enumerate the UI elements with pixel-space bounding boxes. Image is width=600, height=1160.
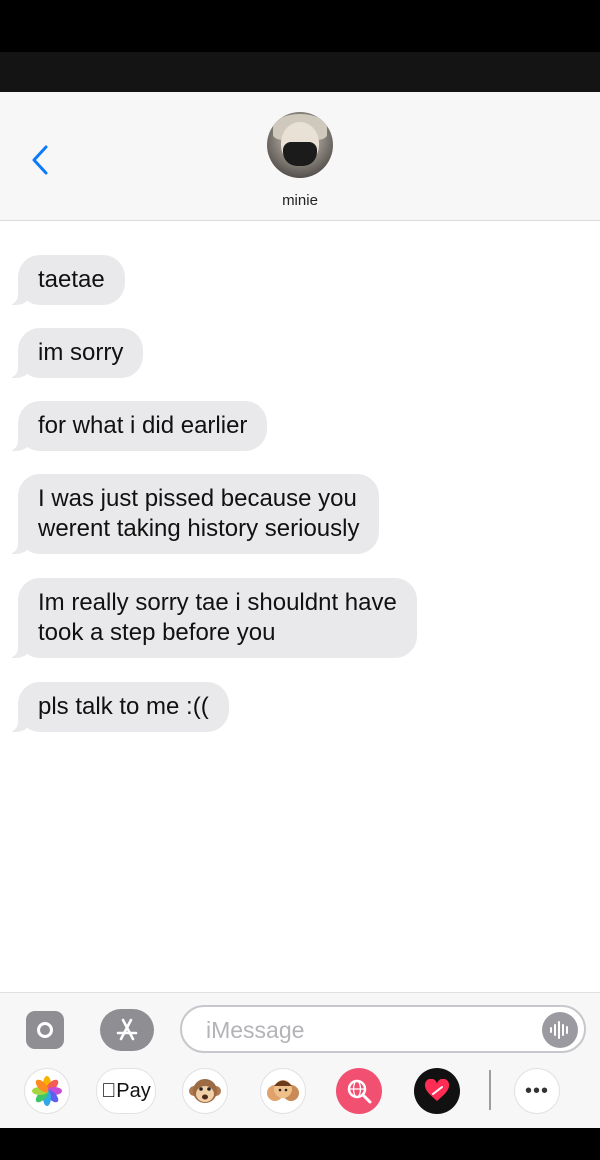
photos-flower-icon xyxy=(32,1076,62,1106)
contact-avatar[interactable] xyxy=(267,112,333,178)
app-store-button[interactable] xyxy=(100,1009,154,1051)
composer-bar xyxy=(0,992,600,1057)
camera-icon xyxy=(37,1022,53,1038)
message-bubble[interactable]: Im really sorry tae i shouldnt have took… xyxy=(8,578,417,658)
audio-record-button[interactable] xyxy=(542,1012,578,1048)
message-bubble[interactable]: for what i did earlier xyxy=(7,401,268,451)
audio-waveform-icon xyxy=(550,1021,568,1039)
bottom-black-bar xyxy=(0,1128,600,1160)
status-bar xyxy=(0,52,600,92)
monkey-animoji-icon xyxy=(189,1079,221,1103)
animoji-button[interactable] xyxy=(182,1068,228,1114)
message-input-field[interactable] xyxy=(180,1005,586,1053)
back-button[interactable] xyxy=(20,140,60,180)
message-bubble[interactable]: im sorry xyxy=(7,328,144,378)
conversation-header: minie xyxy=(0,92,600,221)
message-input[interactable] xyxy=(204,1015,528,1045)
camera-button[interactable] xyxy=(26,1011,64,1049)
apple-pay-label: Pay xyxy=(108,1079,150,1102)
memoji-button[interactable] xyxy=(260,1068,306,1114)
more-dots-icon: ••• xyxy=(524,1079,549,1102)
more-apps-button[interactable]: ••• xyxy=(514,1068,560,1114)
photos-app-button[interactable] xyxy=(24,1068,70,1114)
message-bubble[interactable]: I was just pissed because you werent tak… xyxy=(7,474,380,554)
message-bubble[interactable]: pls talk to me :(( xyxy=(8,682,229,732)
globe-search-icon xyxy=(347,1079,372,1104)
app-strip-divider xyxy=(489,1070,491,1110)
messages-screen: minie taetae im sorry for what i did ear… xyxy=(0,92,600,1128)
top-black-bar xyxy=(0,0,600,52)
digital-touch-button[interactable] xyxy=(414,1068,460,1114)
contact-name[interactable]: minie xyxy=(0,192,600,209)
apple-logo-icon:  xyxy=(101,1080,116,1103)
chevron-left-icon xyxy=(32,145,48,175)
message-bubble[interactable]: taetae xyxy=(8,255,125,305)
search-app-button[interactable] xyxy=(336,1068,382,1114)
apple-pay-button[interactable]:  Pay xyxy=(96,1068,156,1114)
app-store-icon xyxy=(116,1018,138,1041)
heart-icon xyxy=(424,1079,450,1101)
imessage-app-strip:  Pay xyxy=(0,1056,600,1128)
memoji-icon xyxy=(267,1080,299,1101)
avatar-mask xyxy=(283,142,317,166)
